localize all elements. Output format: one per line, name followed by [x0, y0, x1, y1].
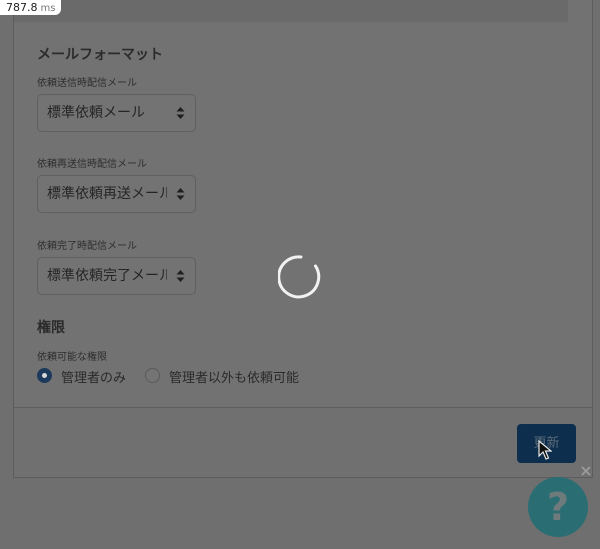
help-button[interactable]: ?: [528, 477, 588, 537]
send-mail-select[interactable]: 標準依頼メール: [37, 94, 196, 132]
permission-label: 依頼可能な権限: [37, 352, 107, 363]
load-timer: 787.8 ms: [0, 0, 62, 15]
radio-non-admin[interactable]: [145, 368, 160, 383]
resend-mail-label: 依頼再送信時配信メール: [37, 159, 147, 170]
loading-spinner-icon: [278, 255, 321, 299]
complete-mail-select[interactable]: 標準依頼完了メール: [37, 257, 196, 295]
resend-mail-select[interactable]: 標準依頼再送メール: [37, 175, 196, 213]
card-top-band: [14, 0, 568, 22]
radio-admin-only-label[interactable]: 管理者のみ: [61, 367, 126, 386]
radio-admin-only[interactable]: [37, 368, 52, 383]
select-arrows-icon: [176, 107, 185, 119]
select-arrows-icon: [176, 188, 185, 200]
timer-value: 787.8: [6, 1, 38, 14]
send-mail-value: 標準依頼メール: [47, 105, 145, 121]
timer-unit: ms: [40, 3, 56, 14]
select-arrows-icon: [176, 270, 185, 282]
permission-title: 権限: [37, 320, 65, 336]
send-mail-label: 依頼送信時配信メール: [37, 78, 137, 89]
mouse-cursor-icon: [538, 440, 552, 460]
mail-format-title: メールフォーマット: [37, 47, 163, 63]
complete-mail-value: 標準依頼完了メール: [47, 268, 167, 284]
card-footer: [14, 408, 592, 477]
help-close-icon[interactable]: ×: [578, 463, 594, 479]
complete-mail-label: 依頼完了時配信メール: [37, 241, 137, 252]
radio-non-admin-label[interactable]: 管理者以外も依頼可能: [169, 367, 299, 386]
resend-mail-value: 標準依頼再送メール: [47, 186, 167, 202]
